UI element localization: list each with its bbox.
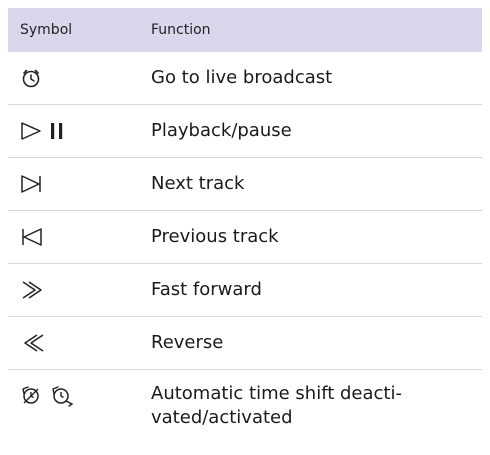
- table-row: Reverse: [8, 317, 482, 370]
- reverse-icon: [20, 332, 46, 354]
- function-cell: Automatic time shift deacti- vated/activ…: [151, 383, 402, 428]
- symbol-cell: [8, 370, 151, 408]
- function-cell: Playback/pause: [151, 120, 292, 141]
- symbol-function-table: Symbol Function Go to live broadcast Pla…: [8, 8, 482, 442]
- symbol-cell: [8, 332, 151, 354]
- symbol-cell: [8, 120, 151, 142]
- function-cell: Go to live broadcast: [151, 67, 333, 88]
- play-pause-icon: [20, 120, 80, 142]
- function-cell: Fast forward: [151, 279, 262, 300]
- header-symbol: Symbol: [20, 22, 73, 38]
- function-cell: Previous track: [151, 226, 279, 247]
- fast-forward-icon: [20, 279, 46, 301]
- table-row: Go to live broadcast: [8, 52, 482, 105]
- previous-track-icon: [20, 226, 46, 248]
- clock-icon: [20, 67, 42, 89]
- table-row: Fast forward: [8, 264, 482, 317]
- time-shift-icon: [20, 384, 76, 408]
- symbol-cell: [8, 279, 151, 301]
- header-function: Function: [151, 22, 211, 38]
- table-header-row: Symbol Function: [8, 8, 482, 52]
- table-row: Previous track: [8, 211, 482, 264]
- function-cell: Reverse: [151, 332, 224, 353]
- table-row: Automatic time shift deacti- vated/activ…: [8, 370, 482, 442]
- table-row: Next track: [8, 158, 482, 211]
- next-track-icon: [20, 173, 46, 195]
- function-cell: Next track: [151, 173, 245, 194]
- table-row: Playback/pause: [8, 105, 482, 158]
- symbol-cell: [8, 173, 151, 195]
- symbol-cell: [8, 226, 151, 248]
- symbol-cell: [8, 67, 151, 89]
